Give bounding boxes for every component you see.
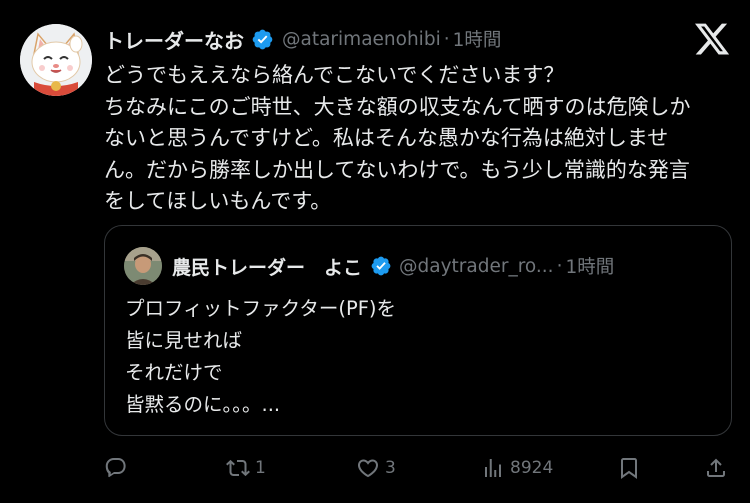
views-icon bbox=[485, 459, 501, 477]
tweet-line: をしてほしいもんです。 bbox=[104, 189, 332, 213]
author-avatar[interactable] bbox=[20, 24, 92, 96]
author-handle[interactable]: @atarimaenohibi bbox=[282, 29, 441, 50]
retweet-count: 1 bbox=[255, 458, 266, 478]
quoted-author-handle[interactable]: @daytrader_ro... bbox=[399, 256, 554, 277]
quoted-line: それだけで bbox=[125, 361, 223, 384]
quoted-line: プロフィットファクター(PF)を bbox=[125, 297, 397, 320]
separator-dot: · bbox=[443, 28, 450, 50]
tweet-line: ん。だから勝率しか出してないわけで。もう少し常識的な発言 bbox=[104, 157, 690, 182]
tweet-text: どうでもええなら絡んでこないでくださいます？ ちなみにこのご時世、大きな額の収支… bbox=[104, 60, 724, 218]
verified-badge-icon bbox=[252, 29, 273, 49]
separator-dot: · bbox=[556, 255, 563, 277]
quoted-line: 皆に見せれば bbox=[125, 329, 243, 352]
retweet-button[interactable]: 1 bbox=[226, 450, 266, 486]
like-button[interactable]: 3 bbox=[356, 450, 396, 486]
quoted-tweet-header: 農民トレーダー よこ @daytrader_ro... · 1時間 bbox=[172, 249, 614, 283]
views-count: 8924 bbox=[510, 458, 554, 478]
quoted-author-avatar[interactable] bbox=[124, 247, 162, 285]
retweet-icon bbox=[226, 459, 250, 477]
action-bar: 1 3 8924 bbox=[104, 450, 734, 486]
tweet-line: ないと思うんですけど。私はそんな愚かな行為は絶対しませ bbox=[104, 126, 669, 150]
like-count: 3 bbox=[385, 458, 396, 478]
quoted-tweet[interactable]: 農民トレーダー よこ @daytrader_ro... · 1時間 プロフィット… bbox=[104, 225, 732, 436]
quoted-post-time[interactable]: 1時間 bbox=[565, 253, 614, 279]
bookmark-button[interactable] bbox=[617, 450, 641, 486]
share-button[interactable] bbox=[704, 450, 728, 486]
like-icon bbox=[357, 459, 379, 478]
share-icon bbox=[707, 458, 725, 477]
verified-badge-icon bbox=[371, 256, 391, 276]
author-name[interactable]: トレーダーなお bbox=[104, 25, 244, 54]
quoted-line: 皆黙るのに。。。... bbox=[125, 393, 281, 416]
tweet-header: トレーダーなお @atarimaenohibi · 1時間 bbox=[104, 22, 501, 56]
lucky-cat-icon bbox=[20, 24, 92, 96]
tweet[interactable]: トレーダーなお @atarimaenohibi · 1時間 どうでもええなら絡ん… bbox=[0, 0, 750, 503]
reply-icon bbox=[105, 458, 126, 478]
views-button[interactable]: 8924 bbox=[481, 450, 553, 486]
quoted-author-name[interactable]: 農民トレーダー よこ bbox=[172, 253, 362, 280]
tweet-line: どうでもええなら絡んでこないでくださいます？ bbox=[104, 63, 565, 87]
person-photo-icon bbox=[124, 247, 162, 285]
post-time[interactable]: 1時間 bbox=[453, 26, 502, 52]
x-logo-icon bbox=[694, 23, 730, 55]
tweet-line: ちなみにこのご時世、大きな額の収支なんて晒すのは危険しか bbox=[104, 94, 691, 119]
quoted-tweet-text: プロフィットファクター(PF)を 皆に見せれば それだけで 皆黙るのに。。。..… bbox=[125, 293, 715, 421]
bookmark-icon bbox=[621, 458, 637, 479]
reply-button[interactable] bbox=[104, 450, 133, 486]
